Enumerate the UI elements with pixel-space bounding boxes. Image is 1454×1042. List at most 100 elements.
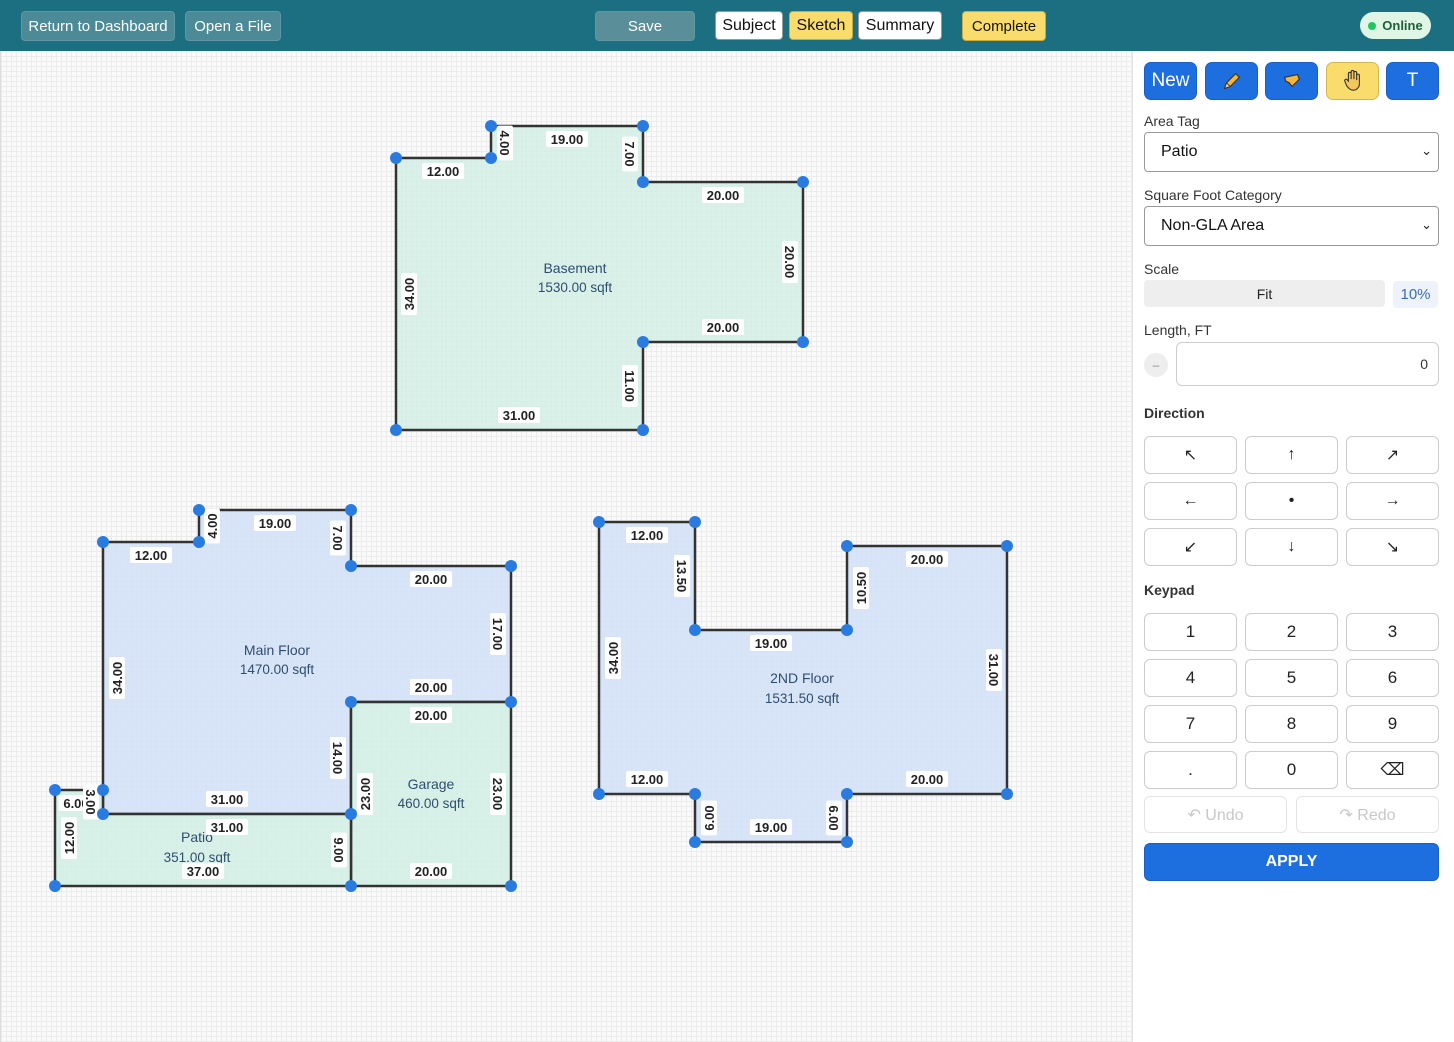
dimension-label[interactable]: 12.00 [130,547,172,563]
vertex-handle[interactable] [485,152,497,164]
vertex-handle[interactable] [49,784,61,796]
dimension-label[interactable]: 20.00 [410,571,452,587]
dimension-label[interactable]: 23.00 [357,773,373,815]
dimension-label[interactable]: 19.00 [254,515,296,531]
dimension-label[interactable]: 11.00 [622,365,638,407]
dimension-label[interactable]: 12.00 [626,771,668,787]
text-tool-button[interactable]: T [1386,62,1439,100]
vertex-handle[interactable] [797,336,809,348]
dimension-label[interactable]: 20.00 [410,863,452,879]
dimension-label[interactable]: 4.00 [204,508,220,544]
dimension-label[interactable]: 19.00 [546,131,588,147]
dimension-label[interactable]: 7.00 [330,520,346,556]
vertex-handle[interactable] [637,120,649,132]
vertex-handle[interactable] [193,504,205,516]
vertex-handle[interactable] [97,536,109,548]
dimension-label[interactable]: 31.00 [206,819,248,835]
dimension-label[interactable]: 7.00 [622,136,638,172]
dimension-label[interactable]: 20.00 [906,551,948,567]
key-2[interactable]: 2 [1245,613,1338,651]
dimension-label[interactable]: 12.00 [626,527,668,543]
vertex-handle[interactable] [390,152,402,164]
vertex-handle[interactable] [345,696,357,708]
vertex-handle[interactable] [797,176,809,188]
lasso-tool-button[interactable] [1265,62,1318,100]
key-9[interactable]: 9 [1346,705,1439,743]
dimension-label[interactable]: 31.00 [498,407,540,423]
vertex-handle[interactable] [505,880,517,892]
dimension-label[interactable]: 19.00 [750,819,792,835]
dimension-label[interactable]: 20.00 [702,319,744,335]
dimension-label[interactable]: 20.00 [702,187,744,203]
direction-down-right-button[interactable]: ↘ [1346,528,1439,566]
direction-down-left-button[interactable]: ↙ [1144,528,1237,566]
key-7[interactable]: 7 [1144,705,1237,743]
dimension-label[interactable]: 12.00 [61,817,77,859]
vertex-handle[interactable] [1001,788,1013,800]
key-8[interactable]: 8 [1245,705,1338,743]
dimension-label[interactable]: 6.00 [826,800,842,836]
dimension-label[interactable]: 4.00 [497,125,513,161]
vertex-handle[interactable] [637,336,649,348]
apply-button[interactable]: APPLY [1144,843,1439,881]
direction-left-button[interactable]: ← [1144,482,1237,520]
dimension-label[interactable]: 20.00 [410,679,452,695]
dimension-label[interactable]: 3.00 [83,784,99,820]
dimension-label[interactable]: 19.00 [750,635,792,651]
dimension-label[interactable]: 20.00 [782,241,798,283]
vertex-handle[interactable] [97,784,109,796]
sqft-category-select[interactable]: Non-GLA Area ⌄ [1144,206,1439,246]
vertex-handle[interactable] [841,788,853,800]
vertex-handle[interactable] [345,808,357,820]
dimension-label[interactable]: 14.00 [330,737,346,779]
vertex-handle[interactable] [593,516,605,528]
dimension-label[interactable]: 34.00 [401,273,417,315]
direction-down-button[interactable]: ↓ [1245,528,1338,566]
dimension-label[interactable]: 20.00 [410,707,452,723]
vertex-handle[interactable] [345,880,357,892]
negate-button[interactable]: – [1144,353,1168,377]
key-0[interactable]: 0 [1245,751,1338,789]
vertex-handle[interactable] [345,560,357,572]
vertex-handle[interactable] [97,808,109,820]
garage-shape[interactable] [349,700,513,888]
new-shape-button[interactable]: New [1144,62,1197,100]
dimension-label[interactable]: 23.00 [490,773,506,815]
fit-button[interactable]: Fit [1144,280,1385,307]
vertex-handle[interactable] [841,624,853,636]
key-5[interactable]: 5 [1245,659,1338,697]
dimension-label[interactable]: 6.00 [701,800,717,836]
sketch-drawing[interactable]: Basement 1530.00 sqft Main Floor 1470.00… [0,0,1132,1042]
vertex-handle[interactable] [637,176,649,188]
vertex-handle[interactable] [193,536,205,548]
vertex-handle[interactable] [689,836,701,848]
vertex-handle[interactable] [637,424,649,436]
dimension-label[interactable]: 31.00 [206,791,248,807]
key-decimal[interactable]: . [1144,751,1237,789]
dimension-label[interactable]: 34.00 [605,637,621,679]
dimension-label[interactable]: 20.00 [906,771,948,787]
vertex-handle[interactable] [593,788,605,800]
key-3[interactable]: 3 [1346,613,1439,651]
vertex-handle[interactable] [485,120,497,132]
dimension-label[interactable]: 17.00 [490,613,506,655]
vertex-handle[interactable] [841,836,853,848]
key-4[interactable]: 4 [1144,659,1237,697]
vertex-handle[interactable] [505,696,517,708]
dimension-label[interactable]: 12.00 [422,163,464,179]
vertex-handle[interactable] [1001,540,1013,552]
dimension-label[interactable]: 10.50 [853,567,869,609]
dimension-label[interactable]: 37.00 [182,863,224,879]
backspace-icon[interactable]: ⌫ [1346,751,1439,789]
vertex-handle[interactable] [345,504,357,516]
direction-center-button[interactable]: • [1245,482,1338,520]
direction-right-button[interactable]: → [1346,482,1439,520]
dimension-label[interactable]: 13.50 [674,555,690,597]
dimension-label[interactable]: 31.00 [986,649,1002,691]
area-tag-select[interactable]: Patio ⌄ [1144,132,1439,172]
vertex-handle[interactable] [689,788,701,800]
hand-tool-button[interactable] [1326,62,1379,100]
direction-up-right-button[interactable]: ↗ [1346,436,1439,474]
key-1[interactable]: 1 [1144,613,1237,651]
direction-up-left-button[interactable]: ↖ [1144,436,1237,474]
